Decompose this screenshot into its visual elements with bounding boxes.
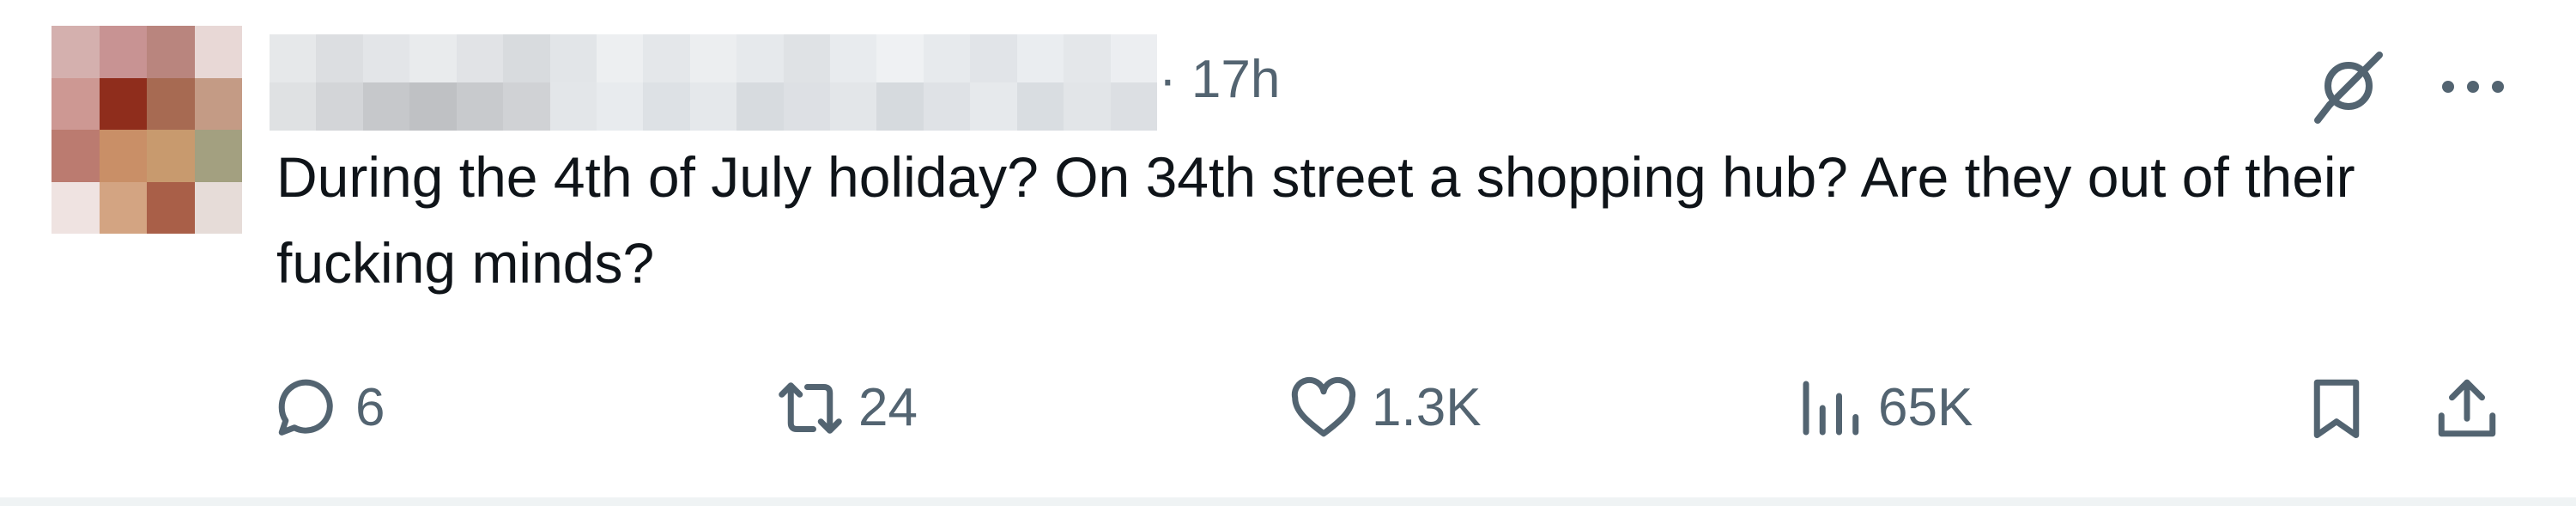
repost-count: 24 <box>858 378 918 437</box>
post-text: During the 4th of July holiday? On 34th … <box>276 145 2355 295</box>
repost-icon <box>774 372 846 444</box>
reply-count: 6 <box>355 378 385 437</box>
avatar[interactable] <box>52 26 242 234</box>
like-button[interactable]: 1.3K <box>1288 369 1482 447</box>
more-icon[interactable] <box>2440 65 2506 108</box>
like-count: 1.3K <box>1372 378 1482 437</box>
heart-icon <box>1288 372 1360 444</box>
views-icon <box>1794 372 1866 444</box>
grok-icon[interactable] <box>2307 46 2390 129</box>
author-name-redacted[interactable] <box>270 34 1157 131</box>
bookmark-button[interactable] <box>2300 369 2373 447</box>
bookmark-icon <box>2300 372 2373 444</box>
post-card[interactable]: · 17h During the 4th of July holiday? On… <box>0 0 2576 506</box>
view-count: 65K <box>1878 378 1973 437</box>
repost-button[interactable]: 24 <box>774 369 918 447</box>
share-icon <box>2431 372 2503 444</box>
post-timestamp[interactable]: · 17h <box>1159 50 1280 110</box>
reply-icon <box>271 372 343 444</box>
reply-button[interactable]: 6 <box>271 369 385 447</box>
share-button[interactable] <box>2431 369 2503 447</box>
views-button[interactable]: 65K <box>1794 369 1973 447</box>
timestamp-text[interactable]: · 17h <box>1159 50 1280 110</box>
divider <box>0 497 2576 506</box>
